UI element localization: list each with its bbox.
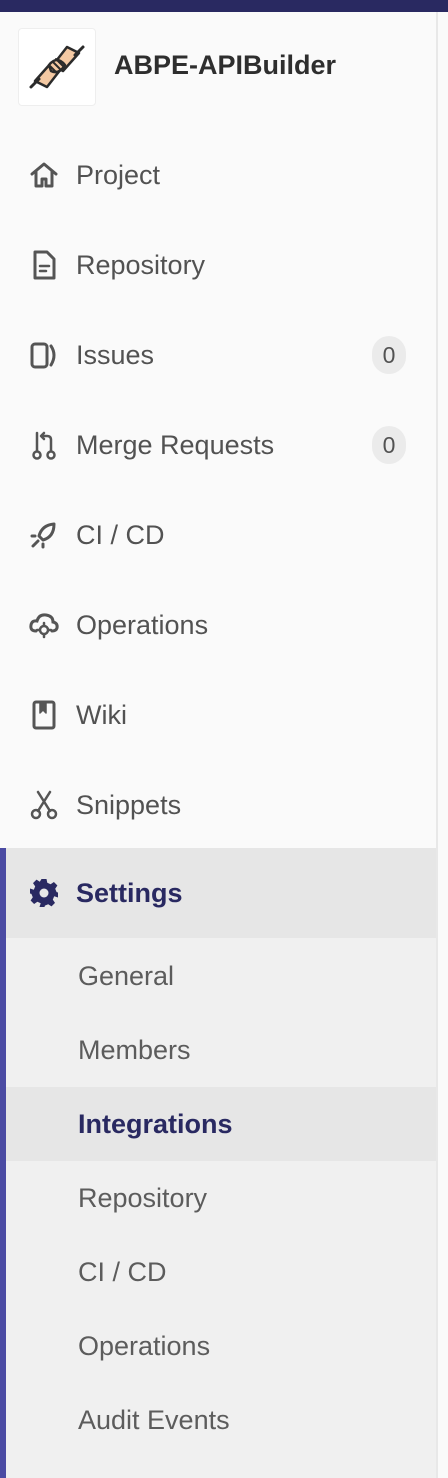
issues-count-badge: 0 — [372, 336, 406, 374]
submenu-item-label: Audit Events — [78, 1404, 230, 1435]
home-icon — [26, 157, 62, 193]
submenu-item-ci-cd[interactable]: CI / CD — [6, 1235, 436, 1309]
sidebar-item-repository[interactable]: Repository — [0, 220, 436, 310]
sidebar-item-ci-cd[interactable]: CI / CD — [0, 490, 436, 580]
submenu-item-repository[interactable]: Repository — [6, 1161, 436, 1235]
sidebar-item-merge-requests[interactable]: Merge Requests 0 — [0, 400, 436, 490]
sidebar-item-project[interactable]: Project — [0, 130, 436, 220]
sidebar-item-label: Operations — [76, 609, 209, 640]
sidebar-item-label: Repository — [76, 249, 206, 280]
sidebar-item-settings[interactable]: Settings — [6, 848, 436, 938]
gear-icon — [26, 875, 62, 911]
submenu-item-label: Repository — [78, 1182, 208, 1213]
submenu-item-label: Operations — [78, 1330, 211, 1361]
submenu-item-label: Integrations — [78, 1108, 233, 1139]
document-icon — [26, 247, 62, 283]
sidebar-item-label: Project — [76, 159, 161, 190]
sidebar-item-operations[interactable]: Operations — [0, 580, 436, 670]
submenu-item-general[interactable]: General — [6, 939, 436, 1013]
project-name[interactable]: ABPE-APIBuilder — [114, 50, 336, 81]
handshake-avatar-icon — [29, 45, 85, 89]
submenu-item-label: CI / CD — [78, 1256, 167, 1287]
rocket-icon — [26, 517, 62, 553]
sidebar-item-label: CI / CD — [76, 519, 165, 550]
sidebar-item-label: Merge Requests — [76, 429, 275, 460]
issues-icon — [26, 337, 62, 373]
sidebar-item-snippets[interactable]: Snippets — [0, 760, 436, 850]
sidebar-item-wiki[interactable]: Wiki — [0, 670, 436, 760]
project-avatar[interactable] — [18, 28, 96, 106]
merge-request-icon — [26, 427, 62, 463]
book-icon — [26, 697, 62, 733]
sidebar-item-issues[interactable]: Issues 0 — [0, 310, 436, 400]
sidebar-item-label: Settings — [76, 877, 183, 908]
submenu-item-label: Members — [78, 1034, 191, 1065]
sidebar-item-label: Wiki — [76, 699, 127, 730]
top-navbar — [0, 0, 448, 12]
submenu-item-members[interactable]: Members — [6, 1013, 436, 1087]
scissors-icon — [26, 787, 62, 823]
submenu-item-integrations[interactable]: Integrations — [6, 1087, 436, 1161]
submenu-item-operations[interactable]: Operations — [6, 1309, 436, 1383]
cloud-gear-icon — [26, 607, 62, 643]
submenu-item-audit-events[interactable]: Audit Events — [6, 1383, 436, 1457]
project-context-header[interactable]: ABPE-APIBuilder — [0, 28, 436, 112]
merge-requests-count-badge: 0 — [372, 426, 406, 464]
sidebar-item-label: Snippets — [76, 789, 182, 820]
sidebar-item-label: Issues — [76, 339, 155, 370]
submenu-item-label: General — [78, 960, 175, 991]
